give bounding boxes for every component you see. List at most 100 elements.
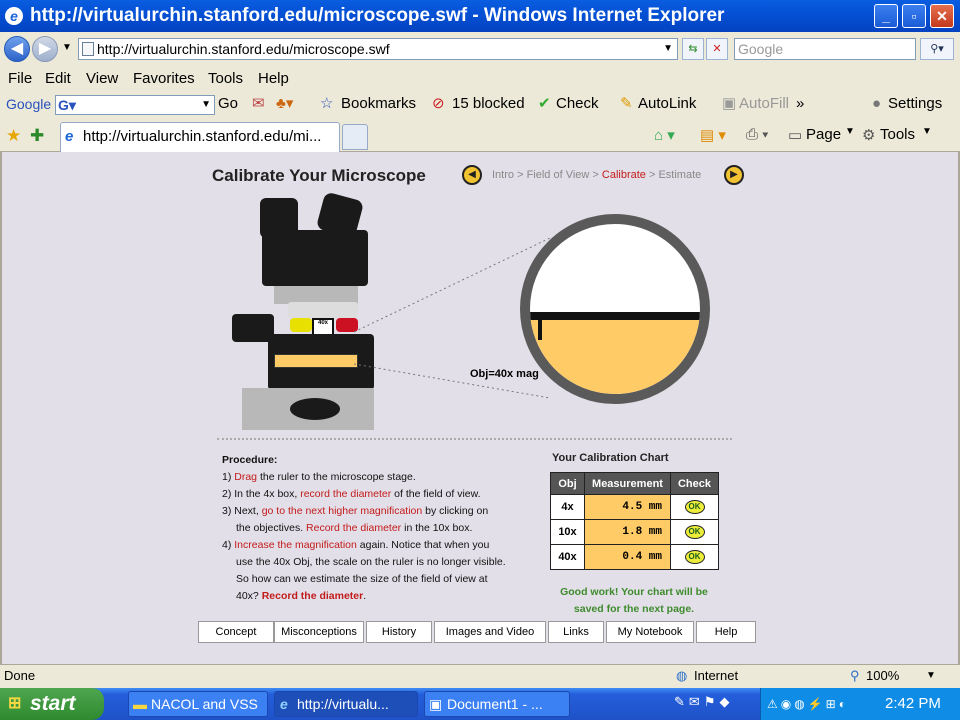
nav-help-button[interactable]: Help — [696, 621, 756, 643]
refresh-icon[interactable]: ⇆ — [682, 38, 704, 60]
close-button[interactable]: ✕ — [930, 4, 954, 28]
measurement-input[interactable]: 0.4 mm — [584, 544, 671, 570]
stop-icon[interactable]: ✕ — [706, 38, 728, 60]
maximize-button[interactable]: ▫ — [902, 4, 926, 28]
taskbar-item-word[interactable]: ▣ Document1 - ... — [424, 691, 570, 717]
windows-logo-icon: ⊞ — [8, 695, 22, 712]
security-zone: Internet — [694, 668, 739, 683]
address-input[interactable]: http://virtualurchin.stanford.edu/micros… — [78, 38, 678, 60]
prev-arrow-icon[interactable]: ◀ — [462, 165, 482, 185]
print-icon[interactable]: ⎙ ▾ — [746, 126, 768, 143]
toolbar-widget-icon[interactable]: ✉ — [252, 92, 265, 116]
nav-misconceptions-button[interactable]: Misconceptions — [274, 621, 364, 643]
procedure-step-1: 1) Drag the ruler to the microscope stag… — [222, 471, 416, 483]
col-check: Check — [670, 472, 719, 495]
bookmarks-button[interactable]: Bookmarks — [341, 92, 416, 116]
feedback-line-1: Good work! Your chart will be — [560, 586, 708, 598]
page-menu-button[interactable]: Page — [806, 126, 841, 143]
favorites-star-icon[interactable]: ★ — [6, 126, 21, 146]
tools-dropdown-icon[interactable]: ▼ — [922, 126, 932, 137]
menu-favorites[interactable]: Favorites — [133, 66, 195, 92]
nav-images-video-button[interactable]: Images and Video — [434, 621, 546, 643]
tray-icons[interactable]: ⚠◉◍⚡⊞◐ — [767, 688, 849, 720]
nav-concept-button[interactable]: Concept — [198, 621, 274, 643]
spell-check-button[interactable]: Check — [556, 92, 599, 116]
address-dropdown-icon[interactable]: ▼ — [663, 39, 673, 59]
popup-blocker-icon: ⊘ — [432, 95, 445, 112]
search-input[interactable]: Google — [734, 38, 916, 60]
more-chevron-icon[interactable]: » — [796, 92, 804, 116]
start-button[interactable]: ⊞ start — [0, 688, 104, 720]
internet-globe-icon: ◍ — [676, 668, 688, 683]
menu-edit[interactable]: Edit — [45, 66, 71, 92]
taskbar-item-ie[interactable]: e http://virtualu... — [274, 691, 418, 717]
measurement-input[interactable]: 1.8 mm — [584, 519, 671, 545]
word-icon: ▣ — [429, 696, 443, 712]
menu-file[interactable]: File — [8, 66, 32, 92]
zoom-dropdown-icon[interactable]: ▼ — [926, 665, 936, 687]
flash-content: Calibrate Your Microscope ◀ Intro > Fiel… — [0, 152, 960, 664]
row-obj: 4x — [550, 494, 585, 520]
taskbar: ⊞ start ▬ NACOL and VSS e http://virtual… — [0, 688, 960, 720]
settings-button[interactable]: Settings — [888, 92, 942, 116]
ok-button[interactable]: OK — [684, 525, 705, 539]
calibration-chart: Obj Measurement Check 4x 4.5 mm OK 10x 1… — [550, 472, 719, 570]
google-search-input[interactable]: G▾ ▼ — [55, 95, 215, 115]
divider — [217, 438, 732, 440]
measurement-input[interactable]: 4.5 mm — [584, 494, 671, 520]
check-cell: OK — [670, 519, 719, 545]
procedure-step-3: 3) Next, go to the next higher magnifica… — [222, 505, 489, 517]
nav-notebook-button[interactable]: My Notebook — [606, 621, 694, 643]
next-arrow-icon[interactable]: ▶ — [724, 165, 744, 185]
forward-button[interactable]: ▶ — [32, 36, 58, 62]
back-button[interactable]: ◀ — [4, 36, 30, 62]
taskbar-item-folder[interactable]: ▬ NACOL and VSS — [128, 691, 268, 717]
menu-help[interactable]: Help — [258, 66, 289, 92]
recent-pages-dropdown-icon[interactable]: ▼ — [62, 42, 72, 53]
procedure-step-4-line4: 40x? Record the diameter. — [236, 590, 367, 602]
ruler-tick — [538, 318, 542, 340]
new-tab-button[interactable] — [342, 124, 368, 150]
feeds-icon[interactable]: ▤ ▾ — [700, 126, 726, 144]
clock[interactable]: 2:42 PM — [885, 688, 941, 720]
go-button[interactable]: Go — [218, 92, 238, 116]
ok-button[interactable]: OK — [684, 500, 705, 514]
blocked-count[interactable]: 15 blocked — [452, 92, 525, 116]
google-dropdown-icon[interactable]: ▼ — [201, 93, 211, 117]
ok-button[interactable]: OK — [684, 550, 705, 564]
menu-bar: File Edit View Favorites Tools Help — [0, 66, 960, 92]
tab-bar: ★ ✚ e http://virtualurchin.stanford.edu/… — [0, 118, 960, 152]
home-icon[interactable]: ⌂ ▾ — [654, 126, 675, 144]
page-dropdown-icon[interactable]: ▼ — [845, 126, 855, 137]
zoom-level[interactable]: 100% — [866, 665, 899, 687]
menu-tools[interactable]: Tools — [208, 66, 243, 92]
nav-history-button[interactable]: History — [366, 621, 432, 643]
table-row: 10x 1.8 mm OK — [550, 519, 719, 545]
ruler[interactable] — [274, 354, 358, 368]
toolbar-news-icon[interactable]: ♣▾ — [276, 92, 293, 116]
breadcrumb-estimate[interactable]: Estimate — [658, 169, 701, 181]
procedure-step-2: 2) In the 4x box, record the diameter of… — [222, 488, 481, 500]
calibration-chart-title: Your Calibration Chart — [552, 452, 669, 464]
minimize-button[interactable]: _ — [874, 4, 898, 28]
tab-active[interactable]: e http://virtualurchin.stanford.edu/mi..… — [60, 122, 340, 152]
search-icon[interactable]: ⚲▾ — [920, 38, 954, 60]
procedure-text: Procedure: 1) Drag the ruler to the micr… — [222, 452, 552, 605]
objective-4x[interactable] — [290, 318, 312, 332]
breadcrumb-calibrate[interactable]: Calibrate — [602, 169, 646, 181]
quick-launch-icons[interactable]: ✎✉⚑◆ — [674, 694, 733, 710]
breadcrumb-fov[interactable]: Field of View — [527, 169, 590, 181]
nav-links-button[interactable]: Links — [548, 621, 604, 643]
breadcrumb-intro[interactable]: Intro — [492, 169, 514, 181]
autofill-button[interactable]: AutoFill — [739, 92, 789, 116]
tools-menu-button[interactable]: Tools — [880, 126, 915, 143]
window-title-bar: e http://virtualurchin.stanford.edu/micr… — [0, 0, 960, 32]
light-source — [290, 398, 340, 420]
col-obj: Obj — [550, 472, 585, 495]
autolink-button[interactable]: AutoLink — [638, 92, 696, 116]
add-favorites-icon[interactable]: ✚ — [30, 126, 44, 146]
address-bar-row: ◀ ▶ ▼ http://virtualurchin.stanford.edu/… — [0, 32, 960, 66]
procedure-step-4-line3: So how can we estimate the size of the f… — [236, 573, 488, 585]
menu-view[interactable]: View — [86, 66, 118, 92]
address-url-text: http://virtualurchin.stanford.edu/micros… — [97, 41, 390, 57]
